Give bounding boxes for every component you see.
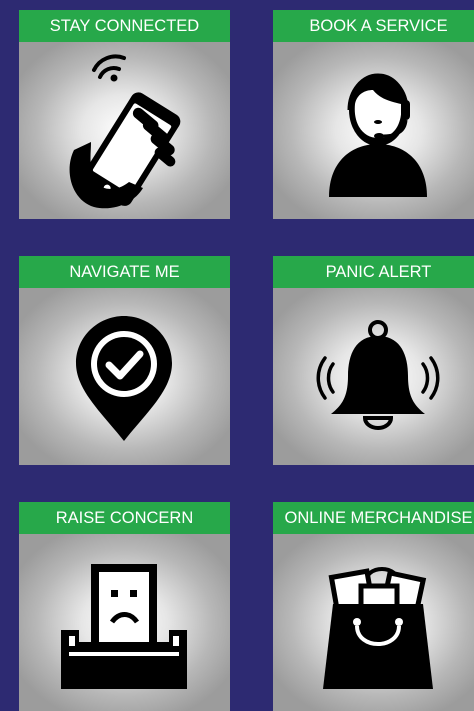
online-merchandise-label: ONLINE MERCHANDISE (273, 502, 474, 534)
raise-concern-tile[interactable]: RAISE CONCERN (19, 502, 230, 711)
support-agent-headset-icon (329, 73, 427, 197)
navigate-me-tile[interactable]: NAVIGATE ME (19, 256, 230, 465)
panic-alert-label: PANIC ALERT (273, 256, 474, 288)
location-pin-check-icon (76, 316, 172, 441)
app-screen: { "tiles": [ {"label": "STAY CONNECTED",… (0, 0, 474, 711)
hand-phone-wifi-icon (69, 54, 181, 209)
stay-connected-card (19, 42, 230, 219)
navigate-me-label: NAVIGATE ME (19, 256, 230, 288)
online-merchandise-tile[interactable]: ONLINE MERCHANDISE (273, 502, 474, 711)
book-a-service-label: BOOK A SERVICE (273, 10, 474, 42)
panic-alert-tile[interactable]: PANIC ALERT (273, 256, 474, 465)
navigate-me-card (19, 288, 230, 465)
online-merchandise-card (273, 534, 474, 711)
raise-concern-card (19, 534, 230, 711)
book-a-service-card (273, 42, 474, 219)
panic-alert-card (273, 288, 474, 465)
shopping-bag-icon (323, 567, 433, 689)
sad-document-tray-icon (61, 564, 187, 689)
raise-concern-label: RAISE CONCERN (19, 502, 230, 534)
stay-connected-label: STAY CONNECTED (19, 10, 230, 42)
stay-connected-tile[interactable]: STAY CONNECTED (19, 10, 230, 219)
book-a-service-tile[interactable]: BOOK A SERVICE (273, 10, 474, 219)
ringing-bell-icon (316, 320, 440, 430)
